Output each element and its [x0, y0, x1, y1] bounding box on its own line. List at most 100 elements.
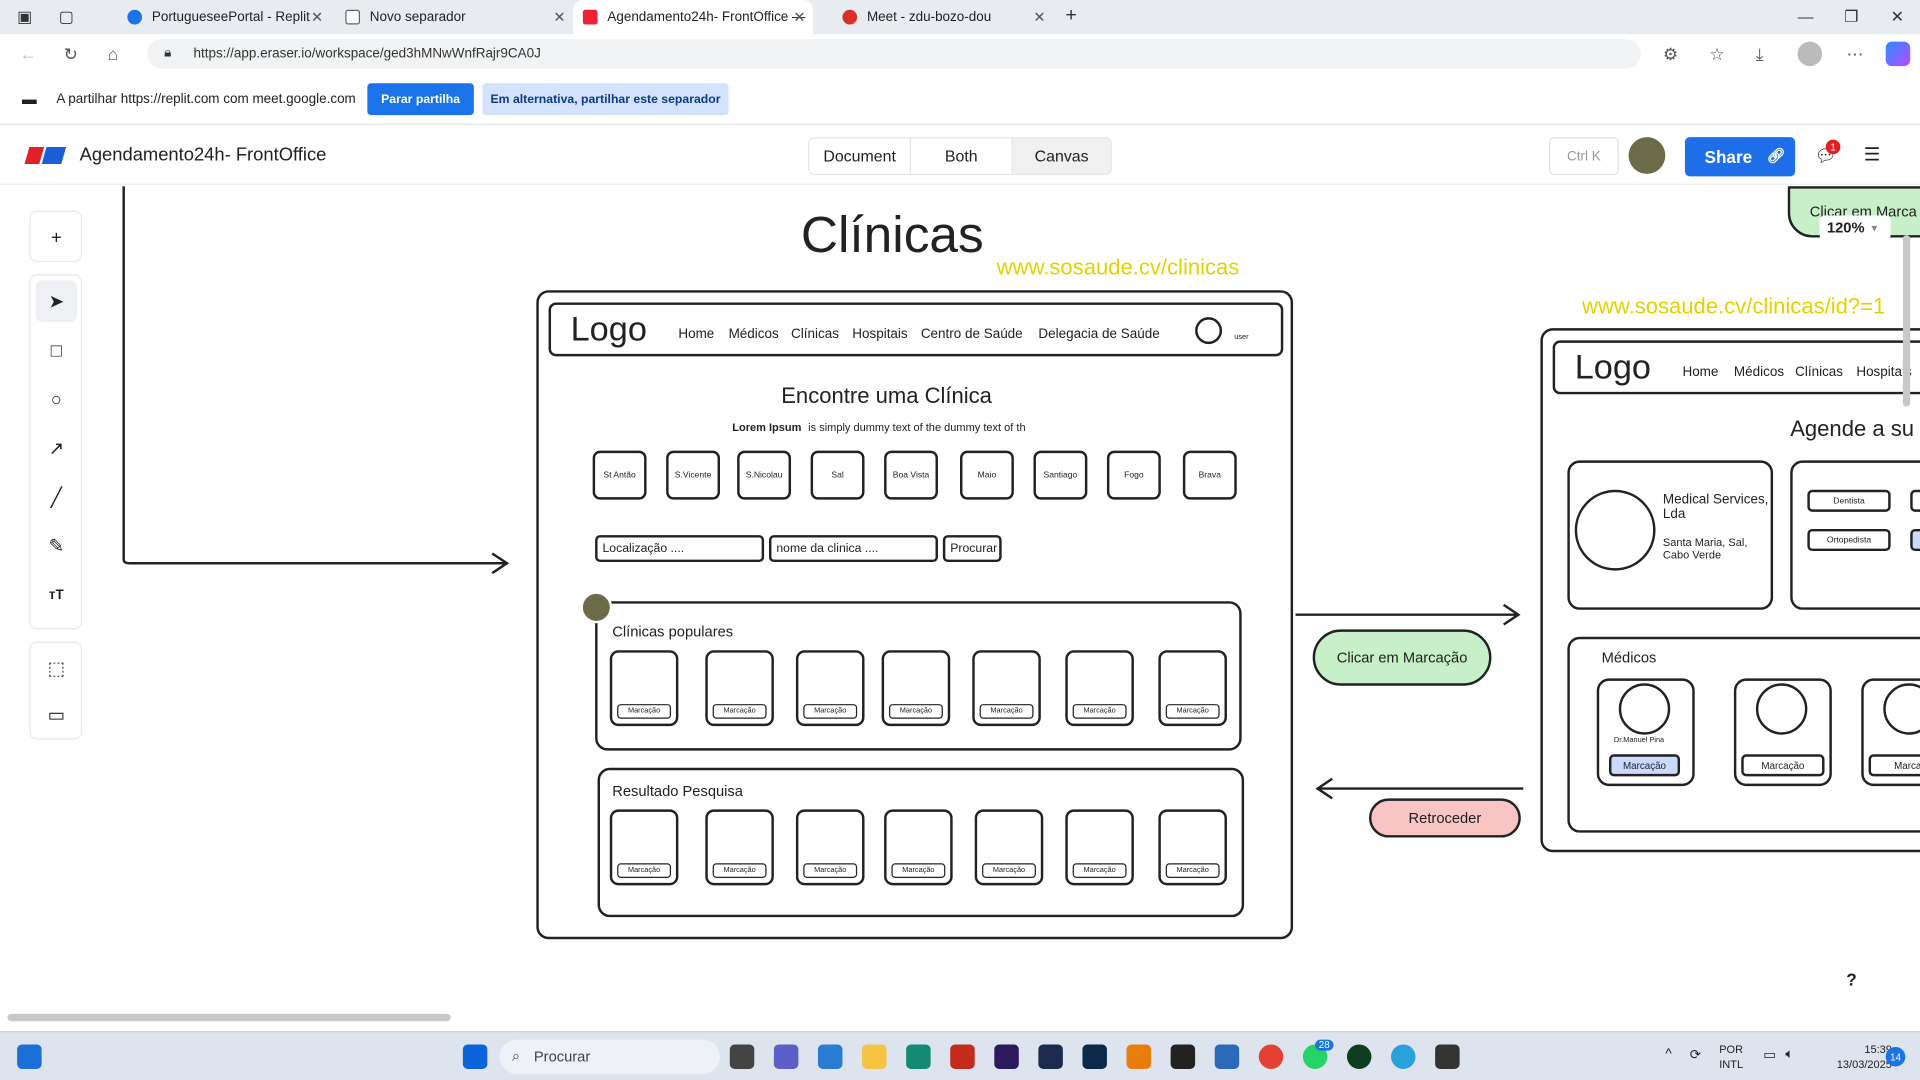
- vertical-scrollbar[interactable]: [1902, 235, 1911, 407]
- wire-clinic-card: Marcação: [974, 809, 1044, 886]
- address-bar[interactable]: 🔒︎ https://app.eraser.io/workspace/ged3h…: [146, 39, 1641, 69]
- wire2-specialty-chip: Ortopedista: [1807, 528, 1891, 552]
- share-button[interactable]: Share 🔗︎: [1684, 137, 1796, 177]
- document-title[interactable]: Agendamento24h- FrontOffice: [80, 144, 327, 165]
- minimize-icon[interactable]: —: [1798, 7, 1814, 25]
- wire-popular-section: Clínicas populares Marcação Marcação Mar…: [595, 601, 1242, 751]
- workspaces-icon[interactable]: ▣: [17, 7, 32, 27]
- blender-icon[interactable]: [1126, 1044, 1152, 1069]
- back-icon[interactable]: ←: [20, 44, 37, 64]
- volume-icon[interactable]: 🔈︎: [1785, 1047, 1793, 1063]
- help-button[interactable]: ?: [1837, 965, 1866, 994]
- wire-nav-medicos: Médicos: [728, 326, 779, 342]
- tab-new[interactable]: Novo separador ✕: [336, 0, 574, 34]
- wire2-title: Agende a su: [1790, 416, 1915, 441]
- close-icon[interactable]: ✕: [553, 9, 565, 26]
- window-close-icon[interactable]: ✕: [1891, 7, 1904, 27]
- wire2-clinic-name: Medical Services, Lda: [1662, 492, 1769, 522]
- clock[interactable]: 15:39 13/03/2025: [1837, 1042, 1892, 1071]
- wireframe-clinic-detail-page[interactable]: Logo Home Médicos Clínicas Hospitais Age…: [1540, 328, 1920, 853]
- user-avatar[interactable]: [1628, 137, 1666, 174]
- taskbar-search[interactable]: ⌕ Procurar: [499, 1039, 721, 1074]
- wire-clinic-card: Marcação: [795, 809, 865, 886]
- close-icon[interactable]: ✕: [311, 9, 323, 26]
- more-icon[interactable]: ⋯: [1847, 44, 1864, 65]
- wire-clinic-card: Marcação: [881, 650, 951, 727]
- chrome-icon[interactable]: [1258, 1044, 1284, 1069]
- file-explorer-icon[interactable]: [862, 1044, 887, 1069]
- tray-chevron-icon[interactable]: ^: [1665, 1047, 1671, 1062]
- close-icon[interactable]: ✕: [1033, 9, 1045, 26]
- command-palette-button[interactable]: Ctrl K: [1548, 137, 1619, 176]
- wire2-doctor-photo: [1755, 683, 1808, 735]
- widgets-icon[interactable]: [17, 1044, 42, 1069]
- view-both-tab[interactable]: Both: [909, 137, 1013, 176]
- wire2-booking-button: Marcaç: [1868, 754, 1920, 777]
- edge-icon[interactable]: [906, 1044, 931, 1069]
- wire2-nav-home: Home: [1682, 364, 1719, 380]
- url-label-clinics: www.sosaude.cv/clinicas: [996, 254, 1240, 280]
- wire2-doctor-card: Marcaç: [1861, 678, 1920, 787]
- wire-island-chip: Brava: [1182, 450, 1237, 500]
- wire-clinic-card: Marcação: [609, 650, 679, 727]
- horizontal-scrollbar[interactable]: [7, 1013, 451, 1022]
- stop-sharing-button[interactable]: Parar partilha: [367, 83, 474, 116]
- tab-actions-icon[interactable]: ▢: [59, 7, 74, 27]
- eraser-logo-icon[interactable]: [24, 146, 67, 165]
- outline-panel-icon[interactable]: ☰: [1864, 143, 1880, 165]
- start-icon[interactable]: [462, 1044, 488, 1069]
- address-row: ← ↻ ⌂ 🔒︎ https://app.eraser.io/workspace…: [0, 34, 1920, 74]
- flow-next-node[interactable]: Clicar em Marcação: [1312, 629, 1492, 686]
- wire-logo: Logo: [570, 309, 647, 348]
- store-icon[interactable]: [817, 1044, 843, 1069]
- wire-clinic-card: Marcação: [1065, 650, 1134, 727]
- davinci-icon[interactable]: [950, 1044, 975, 1069]
- windows-taskbar: ⌕ Procurar 28 ^ ⟳ POR INTL ▭ 🔈︎ 15:39 13/…: [0, 1031, 1920, 1080]
- favorites-icon[interactable]: ☆: [1709, 44, 1724, 65]
- whatsapp-badge: 28: [1315, 1039, 1334, 1051]
- lightroom-icon[interactable]: [1038, 1044, 1063, 1069]
- wire2-doctor-photo: [1618, 683, 1671, 735]
- view-document-tab[interactable]: Document: [808, 137, 912, 176]
- upwork-icon[interactable]: [1346, 1044, 1372, 1069]
- new-tab-icon[interactable]: +: [1065, 5, 1076, 27]
- sync-icon[interactable]: ⟳: [1690, 1047, 1701, 1063]
- notification-count[interactable]: 14: [1885, 1046, 1906, 1067]
- premiere-icon[interactable]: [994, 1044, 1019, 1069]
- canvas[interactable]: + ➤ □ ○ ↗ ╱ ✎ тT ⬚ ▭ Clínicas www.sosaud…: [0, 186, 1920, 1038]
- home-icon[interactable]: ⌂: [108, 44, 118, 64]
- url-label-clinic-id: www.sosaude.cv/clinicas/id?=1: [1582, 293, 1886, 319]
- reload-icon[interactable]: ↻: [64, 44, 78, 65]
- network-icon[interactable]: ▭: [1763, 1047, 1776, 1063]
- notepad-icon[interactable]: [1214, 1044, 1240, 1069]
- close-icon[interactable]: ✕: [793, 9, 805, 26]
- downloads-icon[interactable]: ⤓: [1756, 44, 1764, 65]
- teams-icon[interactable]: [773, 1044, 799, 1069]
- profile-avatar[interactable]: [1797, 41, 1823, 67]
- extensions-icon[interactable]: ⚙: [1663, 44, 1678, 65]
- link-icon[interactable]: 🔗︎: [1767, 147, 1786, 164]
- wireframe-clinics-page[interactable]: Logo Home Médicos Clínicas Hospitais Cen…: [536, 290, 1294, 940]
- language-indicator[interactable]: POR INTL: [1719, 1042, 1743, 1071]
- share-this-tab-button[interactable]: Em alternativa, partilhar este separador: [482, 83, 729, 116]
- wire2-doctor-card: Dr.Manuel Pina Marcação: [1596, 678, 1695, 787]
- restore-icon[interactable]: ❐: [1844, 7, 1858, 27]
- photoshop-icon[interactable]: [1082, 1044, 1107, 1069]
- tab-meet[interactable]: Meet - zdu-bozo-dou ✕: [816, 0, 1054, 34]
- flow-back-node[interactable]: Retroceder: [1368, 798, 1521, 838]
- tab-eraser[interactable]: Agendamento24h- FrontOffice — ✕: [573, 0, 814, 35]
- wire-results-title: Resultado Pesquisa: [612, 782, 743, 800]
- search-icon: ⌕: [511, 1046, 521, 1065]
- task-view-icon[interactable]: [729, 1044, 755, 1069]
- telegram-icon[interactable]: [1391, 1044, 1416, 1069]
- url-text: https://app.eraser.io/workspace/ged3hMNw…: [193, 46, 541, 62]
- wire-clinic-card: Marcação: [1158, 650, 1227, 727]
- collaborator-cursor-avatar: [580, 591, 613, 624]
- chevron-down-icon: ▼: [1869, 222, 1880, 234]
- tab-replit[interactable]: PortugueseePortal - Replit ✕: [98, 0, 331, 34]
- app-icon[interactable]: [1170, 1044, 1196, 1069]
- zoom-control[interactable]: 120% ▼: [1819, 215, 1891, 241]
- copilot-icon[interactable]: [1885, 41, 1911, 67]
- view-canvas-tab[interactable]: Canvas: [1011, 137, 1112, 176]
- github-icon[interactable]: [1435, 1044, 1460, 1069]
